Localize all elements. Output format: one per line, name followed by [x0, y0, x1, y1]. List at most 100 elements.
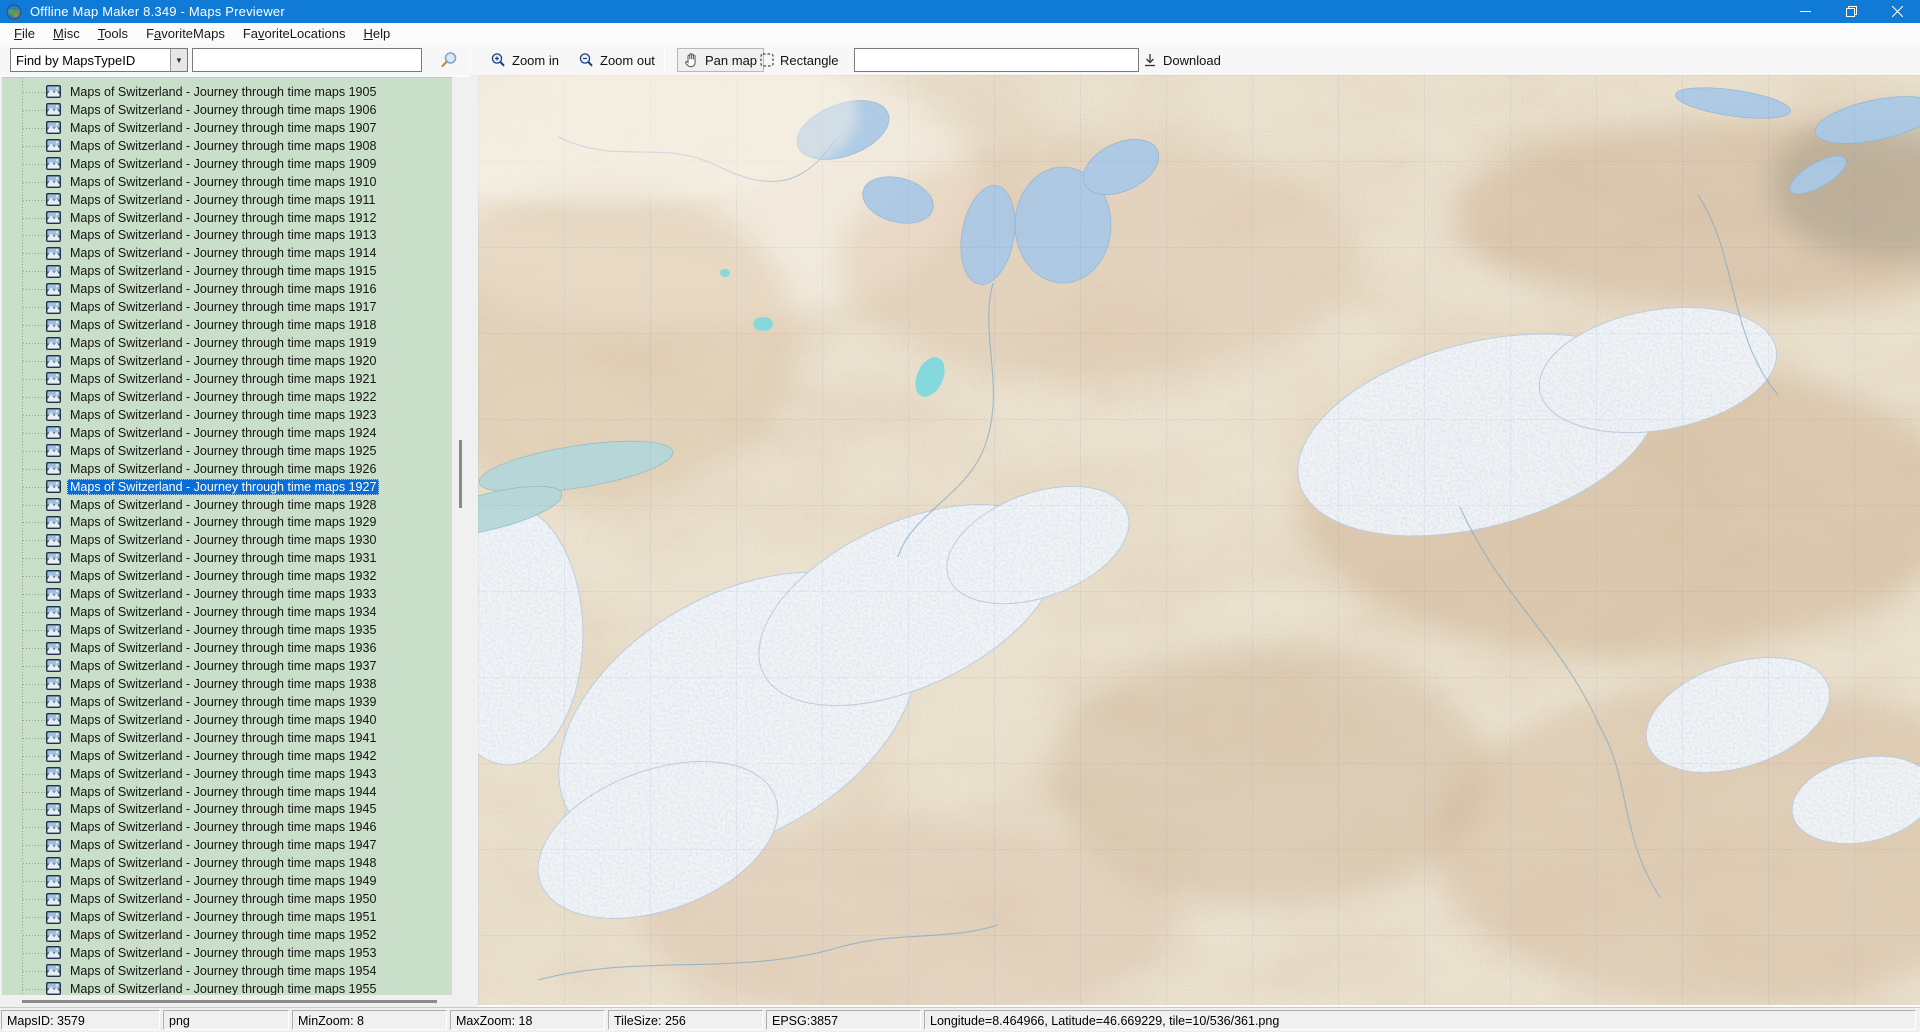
- tree-row[interactable]: Maps of Switzerland - Journey through ti…: [2, 621, 452, 639]
- tree-row[interactable]: Maps of Switzerland - Journey through ti…: [2, 890, 452, 908]
- tree-row[interactable]: Maps of Switzerland - Journey through ti…: [2, 280, 452, 298]
- map-toolbar-input[interactable]: [854, 48, 1139, 72]
- tree-row[interactable]: Maps of Switzerland - Journey through ti…: [2, 567, 452, 585]
- tree-row[interactable]: Maps of Switzerland - Journey through ti…: [2, 872, 452, 890]
- map-image-icon: [46, 946, 61, 960]
- tree-row[interactable]: Maps of Switzerland - Journey through ti…: [2, 460, 452, 478]
- tree-row[interactable]: Maps of Switzerland - Journey through ti…: [2, 424, 452, 442]
- tree-row[interactable]: Maps of Switzerland - Journey through ti…: [2, 639, 452, 657]
- tree-row-label: Maps of Switzerland - Journey through ti…: [70, 210, 377, 225]
- tree-row[interactable]: Maps of Switzerland - Journey through ti…: [2, 585, 452, 603]
- map-image-icon: [46, 300, 61, 314]
- tree-row[interactable]: Maps of Switzerland - Journey through ti…: [2, 729, 452, 747]
- tree-row-label: Maps of Switzerland - Journey through ti…: [70, 407, 377, 422]
- map-image-icon: [46, 731, 61, 745]
- zoom-out-button[interactable]: Zoom out: [571, 48, 662, 72]
- tree-row[interactable]: Maps of Switzerland - Journey through ti…: [2, 442, 452, 460]
- pan-map-button[interactable]: Pan map: [677, 48, 765, 72]
- tree-row-label: Maps of Switzerland - Journey through ti…: [70, 587, 377, 602]
- menu-item-help[interactable]: Help: [354, 24, 399, 44]
- dashed-rectangle-icon: [760, 53, 774, 67]
- tree-row[interactable]: Maps of Switzerland - Journey through ti…: [2, 478, 452, 496]
- tree-row[interactable]: Maps of Switzerland - Journey through ti…: [2, 926, 452, 944]
- download-button[interactable]: Download: [1136, 48, 1228, 72]
- tree-row[interactable]: Maps of Switzerland - Journey through ti…: [2, 711, 452, 729]
- close-button[interactable]: [1874, 0, 1920, 23]
- tree-row[interactable]: Maps of Switzerland - Journey through ti…: [2, 137, 452, 155]
- tree-row[interactable]: Maps of Switzerland - Journey through ti…: [2, 836, 452, 854]
- tree-row[interactable]: Maps of Switzerland - Journey through ti…: [2, 514, 452, 532]
- tree-row[interactable]: Maps of Switzerland - Journey through ti…: [2, 388, 452, 406]
- rectangle-button[interactable]: Rectangle: [753, 48, 846, 72]
- tree-row[interactable]: Maps of Switzerland - Journey through ti…: [2, 531, 452, 549]
- tree-row[interactable]: Maps of Switzerland - Journey through ti…: [2, 370, 452, 388]
- tree-vertical-scrollbar-thumb[interactable]: [459, 440, 462, 508]
- tree-row[interactable]: Maps of Switzerland - Journey through ti…: [2, 818, 452, 836]
- tree-horizontal-scrollbar[interactable]: [0, 995, 470, 1007]
- toolbar: Find by MapsTypeID ▼ Zoom in Zoom out Pa…: [0, 44, 1920, 75]
- tree-row-label: Maps of Switzerland - Journey through ti…: [70, 730, 377, 745]
- tree-row-label: Maps of Switzerland - Journey through ti…: [70, 910, 377, 925]
- tree-row-label: Maps of Switzerland - Journey through ti…: [70, 712, 377, 727]
- tree-row[interactable]: Maps of Switzerland - Journey through ti…: [2, 155, 452, 173]
- map-image-icon: [46, 462, 61, 476]
- zoom-in-button[interactable]: Zoom in: [483, 48, 566, 72]
- tree-row[interactable]: Maps of Switzerland - Journey through ti…: [2, 298, 452, 316]
- tree-row[interactable]: Maps of Switzerland - Journey through ti…: [2, 101, 452, 119]
- tree-row-label: Maps of Switzerland - Journey through ti…: [67, 478, 380, 495]
- toolbar-separator: [664, 47, 665, 72]
- tree-row[interactable]: Maps of Switzerland - Journey through ti…: [2, 496, 452, 514]
- tree-row[interactable]: Maps of Switzerland - Journey through ti…: [2, 209, 452, 227]
- minimize-button[interactable]: [1782, 0, 1828, 23]
- menu-item-favoritelocations[interactable]: FavoriteLocations: [234, 24, 355, 44]
- menu-item-misc[interactable]: Misc: [44, 24, 89, 44]
- find-by-dropdown[interactable]: Find by MapsTypeID ▼: [10, 48, 188, 72]
- tree-row[interactable]: Maps of Switzerland - Journey through ti…: [2, 693, 452, 711]
- tree-row[interactable]: Maps of Switzerland - Journey through ti…: [2, 675, 452, 693]
- tree-row-label: Maps of Switzerland - Journey through ti…: [70, 318, 377, 333]
- search-button[interactable]: [433, 48, 465, 72]
- tree-row[interactable]: Maps of Switzerland - Journey through ti…: [2, 227, 452, 245]
- tree-row-label: Maps of Switzerland - Journey through ti…: [70, 569, 377, 584]
- tree-row[interactable]: Maps of Switzerland - Journey through ti…: [2, 783, 452, 801]
- tree-horizontal-scrollbar-thumb[interactable]: [22, 1000, 437, 1003]
- tree-row-label: Maps of Switzerland - Journey through ti…: [70, 389, 377, 404]
- tree-row[interactable]: Maps of Switzerland - Journey through ti…: [2, 191, 452, 209]
- tree-row[interactable]: Maps of Switzerland - Journey through ti…: [2, 316, 452, 334]
- tree-row[interactable]: Maps of Switzerland - Journey through ti…: [2, 603, 452, 621]
- tree-row[interactable]: Maps of Switzerland - Journey through ti…: [2, 854, 452, 872]
- magnifier-minus-icon: [579, 53, 593, 67]
- map-canvas[interactable]: [478, 75, 1920, 1005]
- tree-row[interactable]: Maps of Switzerland - Journey through ti…: [2, 334, 452, 352]
- tree-row[interactable]: Maps of Switzerland - Journey through ti…: [2, 944, 452, 962]
- tree-row[interactable]: Maps of Switzerland - Journey through ti…: [2, 801, 452, 819]
- restore-button[interactable]: [1828, 0, 1874, 23]
- tree-vertical-scrollbar[interactable]: [452, 77, 470, 995]
- tree-row[interactable]: Maps of Switzerland - Journey through ti…: [2, 962, 452, 980]
- tree-row[interactable]: Maps of Switzerland - Journey through ti…: [2, 747, 452, 765]
- tree-row[interactable]: Maps of Switzerland - Journey through ti…: [2, 83, 452, 101]
- tree-row-label: Maps of Switzerland - Journey through ti…: [70, 497, 377, 512]
- tree-row[interactable]: Maps of Switzerland - Journey through ti…: [2, 908, 452, 926]
- tree-row[interactable]: Maps of Switzerland - Journey through ti…: [2, 352, 452, 370]
- dropdown-arrow-icon[interactable]: ▼: [170, 49, 187, 71]
- tree-row[interactable]: Maps of Switzerland - Journey through ti…: [2, 119, 452, 137]
- status-panel-epsg: EPSG:3857: [766, 1010, 921, 1030]
- tree-row-label: Maps of Switzerland - Journey through ti…: [70, 174, 377, 189]
- tree-row[interactable]: Maps of Switzerland - Journey through ti…: [2, 549, 452, 567]
- statusbar: MapsID: 3579 png MinZoom: 8 MaxZoom: 18 Tile…: [0, 1007, 1920, 1032]
- tree-row[interactable]: Maps of Switzerland - Journey through ti…: [2, 765, 452, 783]
- menu-item-file[interactable]: File: [5, 24, 44, 44]
- tree-row[interactable]: Maps of Switzerland - Journey through ti…: [2, 980, 452, 995]
- tree-row-label: Maps of Switzerland - Journey through ti…: [70, 371, 377, 386]
- tree-row[interactable]: Maps of Switzerland - Journey through ti…: [2, 244, 452, 262]
- map-image-icon: [46, 605, 61, 619]
- search-input[interactable]: [192, 48, 422, 72]
- menu-item-favoritemaps[interactable]: FavoriteMaps: [137, 24, 234, 44]
- tree-row[interactable]: Maps of Switzerland - Journey through ti…: [2, 173, 452, 191]
- tree-row[interactable]: Maps of Switzerland - Journey through ti…: [2, 406, 452, 424]
- map-image-icon: [46, 928, 61, 942]
- tree-row[interactable]: Maps of Switzerland - Journey through ti…: [2, 262, 452, 280]
- menu-item-tools[interactable]: Tools: [89, 24, 137, 44]
- tree-row[interactable]: Maps of Switzerland - Journey through ti…: [2, 657, 452, 675]
